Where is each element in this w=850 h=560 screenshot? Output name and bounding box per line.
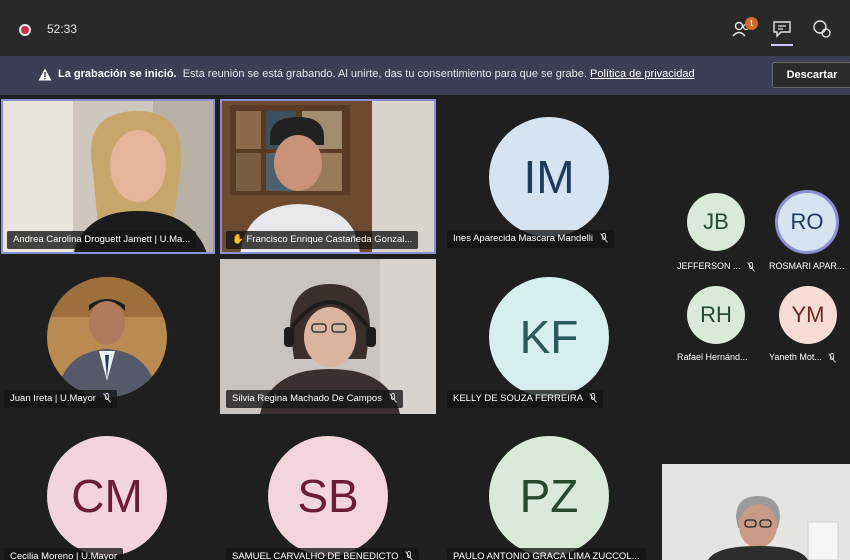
- avatar: IM: [489, 117, 609, 237]
- avatar-jb[interactable]: JB: [687, 193, 745, 251]
- participant-name-text: Silvia Regina Machado De Campos: [232, 393, 382, 404]
- participant-name: Rafael Hernánd...: [677, 352, 748, 362]
- avatar-tile-paulo[interactable]: PZ PAULO ANTONIO GRACA LIMA ZUCCOL...: [441, 418, 657, 560]
- participant-name: ✋ Francisco Enrique Castañeda Gonzal...: [226, 231, 419, 249]
- avatar-photo-juan: [47, 277, 167, 397]
- video-tile-francisco[interactable]: ✋ Francisco Enrique Castañeda Gonzal...: [220, 99, 436, 254]
- participant-name-text: Francisco Enrique Castañeda Gonzal...: [246, 234, 413, 245]
- avatar: KF: [489, 277, 609, 397]
- self-view-tile[interactable]: [662, 464, 850, 560]
- recording-message: La grabación se inició. Esta reunión se …: [58, 68, 695, 80]
- participant-name-text: Juan Ireta | U.Mayor: [10, 393, 96, 404]
- avatar: PZ: [489, 436, 609, 556]
- recording-banner: La grabación se inició. Esta reunión se …: [0, 56, 850, 95]
- participant-name: Juan Ireta | U.Mayor: [4, 390, 117, 408]
- avatar-tile-kelly[interactable]: KF KELLY DE SOUZA FERREIRA: [441, 259, 657, 414]
- meeting-toolbar: 52:33 1: [0, 0, 850, 56]
- dismiss-button[interactable]: Descartar: [772, 62, 850, 88]
- chat-active-indicator: [771, 44, 793, 46]
- mic-muted-icon: [828, 352, 837, 363]
- recording-text: Esta reunión se está grabando. Al unirte…: [182, 68, 587, 80]
- record-icon: [19, 24, 31, 36]
- participant-name: Yaneth Mot...: [769, 352, 837, 363]
- avatar-ro[interactable]: RO: [775, 190, 839, 254]
- participant-name: Cecilia Moreno | U.Mayor: [4, 548, 124, 560]
- mic-muted-icon: [388, 393, 397, 404]
- avatar-tile-cecilia[interactable]: CM Cecilia Moreno | U.Mayor: [0, 418, 216, 560]
- participant-name-text: Ines Aparecida Mascara Mandelli: [453, 233, 593, 244]
- participant-name-text: Yaneth Mot...: [769, 352, 822, 362]
- mic-muted-icon: [589, 393, 598, 404]
- avatar: SB: [268, 436, 388, 556]
- avatar-tile-juan[interactable]: Juan Ireta | U.Mayor: [0, 259, 216, 414]
- participant-name: SAMUEL CARVALHO DE BENEDICTO: [226, 548, 420, 560]
- warning-icon: [38, 68, 52, 81]
- avatar-tile-ines[interactable]: IM Ines Aparecida Mascara Mandelli: [441, 99, 657, 254]
- self-view-feed: [662, 464, 850, 560]
- avatar-tile-samuel[interactable]: SB SAMUEL CARVALHO DE BENEDICTO: [220, 418, 436, 560]
- mic-muted-icon: [405, 551, 413, 560]
- participant-name-text: SAMUEL CARVALHO DE BENEDICTO: [232, 551, 399, 560]
- participant-name: Silvia Regina Machado De Campos: [226, 390, 403, 408]
- video-tile-silvia[interactable]: Silvia Regina Machado De Campos: [220, 259, 436, 414]
- privacy-link[interactable]: Política de privacidad: [590, 68, 695, 80]
- participant-name: Andrea Carolina Droguett Jamett | U.Ma..…: [7, 231, 197, 249]
- avatar-rh[interactable]: RH: [687, 286, 745, 344]
- participant-name-text: KELLY DE SOUZA FERREIRA: [453, 393, 583, 404]
- participant-name: ROSMARI APAR...: [769, 261, 845, 271]
- participant-name: Ines Aparecida Mascara Mandelli: [447, 230, 614, 248]
- chat-icon[interactable]: [771, 18, 793, 40]
- avatar-ym[interactable]: YM: [779, 286, 837, 344]
- raised-hand-icon: ✋: [232, 234, 244, 245]
- avatar: CM: [47, 436, 167, 556]
- mic-muted-icon: [102, 393, 111, 404]
- mic-muted-icon: [599, 233, 608, 244]
- video-tile-andrea[interactable]: Andrea Carolina Droguett Jamett | U.Ma..…: [1, 99, 215, 254]
- participants-badge: 1: [745, 17, 758, 30]
- reactions-icon[interactable]: [811, 18, 833, 40]
- participant-name: JEFFERSON ...: [677, 261, 755, 272]
- participant-name: PAULO ANTONIO GRACA LIMA ZUCCOL...: [447, 548, 646, 560]
- recording-title: La grabación se inició.: [58, 68, 177, 80]
- participant-name: KELLY DE SOUZA FERREIRA: [447, 390, 604, 408]
- participant-name-text: JEFFERSON ...: [677, 261, 741, 271]
- meeting-timer: 52:33: [47, 22, 78, 36]
- mic-muted-icon: [747, 261, 755, 272]
